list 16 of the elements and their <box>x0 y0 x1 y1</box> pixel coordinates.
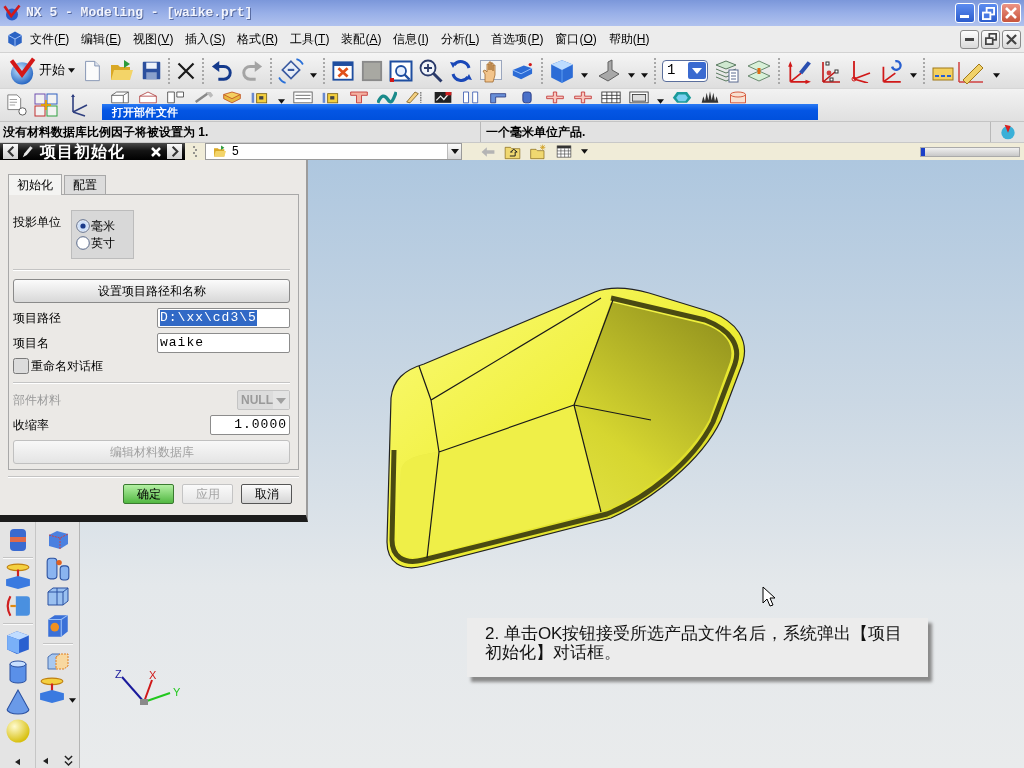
axis-label: Y <box>173 686 181 698</box>
axis-label: X <box>149 669 157 681</box>
field-value: waike <box>160 335 204 351</box>
field-label: 项目路径 <box>13 310 61 326</box>
axis-label: Z <box>115 668 122 680</box>
status-prompt: 没有材料数据库比例因子将被设置为 1. <box>2 124 210 140</box>
window-title: 打开部件文件 <box>112 105 178 119</box>
field-label: 投影单位 <box>13 215 62 230</box>
field-label: 收缩率 <box>13 417 49 433</box>
field-value: 1.0000 <box>234 417 287 433</box>
field-value: D:\xx\cd3\5 <box>160 310 257 326</box>
field-label: 部件材料 <box>13 392 61 408</box>
callout-text: 2. 单击OK按钮接受所选产品文件名后，系统弹出【项目初始化】对话框。 <box>485 624 904 662</box>
field-label: 项目名 <box>13 335 49 351</box>
dialog-title: 项目初始化 <box>40 143 125 160</box>
window-title: NX 5 - Modeling - [waike.prt] <box>26 5 253 21</box>
